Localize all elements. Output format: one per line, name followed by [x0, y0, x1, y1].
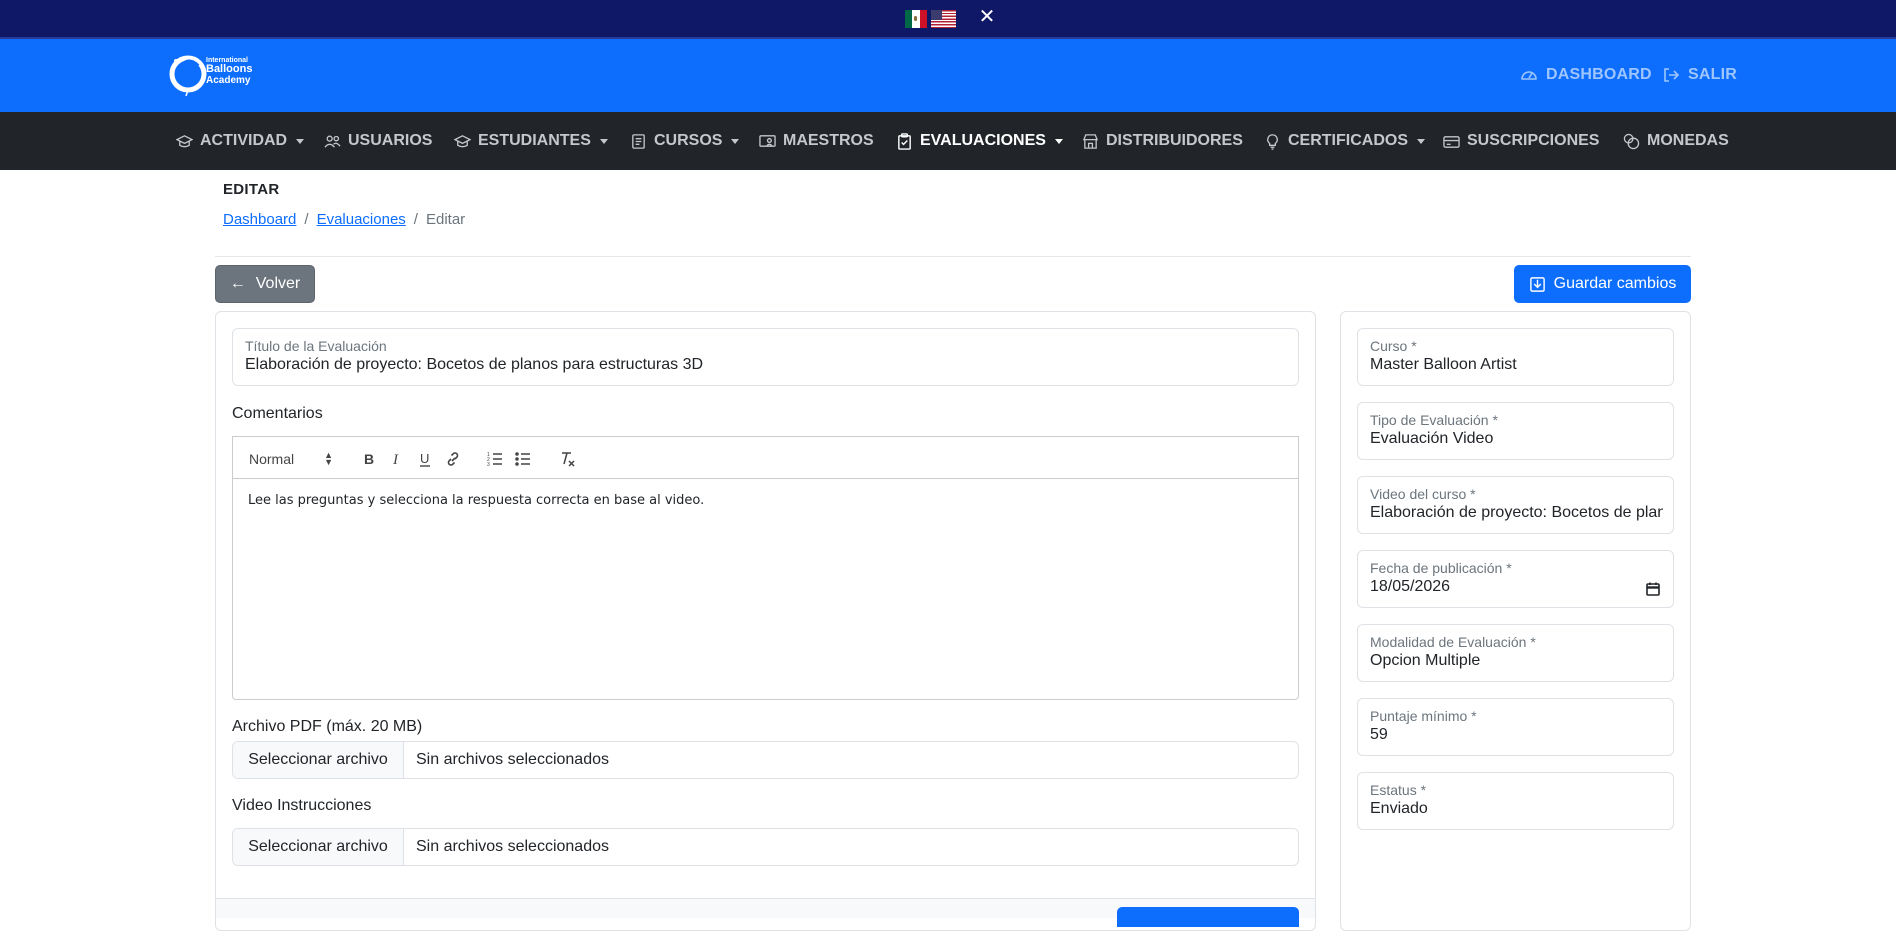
nav-item-distribuidores[interactable]: DISTRIBUIDORES	[1082, 112, 1243, 170]
puntaje-minimo-input[interactable]: Puntaje mínimo * 59	[1357, 698, 1674, 756]
logout-link[interactable]: SALIR	[1662, 62, 1737, 88]
breadcrumb: Dashboard / Evaluaciones / Editar	[223, 211, 466, 228]
editor-toolbar: Normal ▲ ▼ B I U 123	[232, 436, 1299, 479]
format-select[interactable]: Normal ▲ ▼	[249, 437, 333, 480]
link-button[interactable]	[444, 437, 462, 480]
underline-icon: U	[420, 451, 430, 467]
breadcrumb-dashboard-link[interactable]: Dashboard	[223, 211, 296, 228]
download-icon	[1529, 276, 1545, 292]
tipo-evaluacion-select[interactable]: Tipo de Evaluación * Evaluación Video	[1357, 402, 1674, 460]
logo-text: International Balloons Academy	[206, 57, 253, 86]
bullet-list-icon	[515, 451, 530, 466]
italic-button[interactable]: I	[388, 437, 406, 480]
ordered-list-icon: 123	[487, 452, 502, 468]
estatus-select[interactable]: Estatus * Enviado	[1357, 772, 1674, 830]
shop-icon	[1082, 133, 1099, 149]
nav-item-usuarios[interactable]: USUARIOS	[324, 112, 432, 170]
journal-icon	[632, 133, 645, 149]
pdf-file-status: Sin archivos seleccionados	[416, 751, 609, 768]
archivo-pdf-input[interactable]: Seleccionar archivo Sin archivos selecci…	[232, 741, 1299, 779]
nav-item-actividad[interactable]: ACTIVIDAD	[176, 112, 305, 170]
page-title: EDITAR	[223, 181, 280, 198]
video-instrucciones-label: Video Instrucciones	[232, 797, 372, 814]
underline-button[interactable]: U	[416, 437, 434, 480]
nav-item-estudiantes[interactable]: ESTUDIANTES	[454, 112, 608, 170]
logout-icon	[1664, 68, 1680, 82]
breadcrumb-evaluaciones-link[interactable]: Evaluaciones	[317, 211, 406, 228]
graduation-cap-icon	[454, 134, 471, 147]
nav-item-cursos[interactable]: CURSOS	[630, 112, 740, 170]
nav-item-certificados[interactable]: CERTIFICADOS	[1264, 112, 1425, 170]
comentarios-editor[interactable]: Lee las preguntas y selecciona la respue…	[232, 478, 1299, 700]
curso-select[interactable]: Curso * Master Balloon Artist	[1357, 328, 1674, 386]
lightbulb-icon	[1267, 133, 1278, 150]
dashboard-link[interactable]: DASHBOARD	[1520, 62, 1652, 88]
video-curso-select[interactable]: Video del curso * Elaboración de proyect…	[1357, 476, 1674, 534]
ordered-list-button[interactable]: 123	[486, 437, 504, 480]
link-icon	[447, 451, 459, 466]
clear-format-button[interactable]	[558, 437, 576, 480]
arrow-left-icon: ←	[229, 275, 246, 292]
language-bar: ✕	[0, 0, 1896, 39]
archivo-pdf-label: Archivo PDF (máx. 20 MB)	[232, 718, 423, 735]
italic-icon: I	[392, 452, 399, 468]
select-pdf-button[interactable]: Seleccionar archivo	[233, 742, 404, 778]
breadcrumb-current: Editar	[425, 211, 466, 228]
bold-icon: B	[364, 451, 374, 467]
usa-flag-icon[interactable]	[931, 10, 956, 28]
nav-item-monedas[interactable]: MONEDAS	[1623, 112, 1729, 170]
video-file-status: Sin archivos seleccionados	[416, 838, 609, 855]
back-button[interactable]: ← Volver	[215, 265, 315, 303]
svg-text:3: 3	[487, 462, 490, 468]
nav-item-suscripciones[interactable]: SUSCRIPCIONES	[1443, 112, 1599, 170]
select-video-button[interactable]: Seleccionar archivo	[233, 829, 404, 865]
nav-item-evaluaciones[interactable]: EVALUACIONES	[896, 112, 1063, 170]
person-video-icon	[759, 134, 776, 147]
titulo-field[interactable]: Título de la Evaluación Elaboración de p…	[232, 328, 1299, 386]
svg-text:I: I	[392, 452, 399, 468]
svg-text:U: U	[420, 451, 429, 466]
svg-text:B: B	[364, 451, 374, 467]
bold-button[interactable]: B	[360, 437, 378, 480]
fecha-publicacion-input[interactable]: Fecha de publicación * 18/05/2026	[1357, 550, 1674, 608]
people-icon	[324, 135, 341, 148]
credit-card-icon	[1443, 135, 1460, 148]
divider	[215, 256, 1691, 257]
bullet-list-button[interactable]	[514, 437, 532, 480]
clipboard-check-icon	[898, 132, 911, 150]
modalidad-select[interactable]: Modalidad de Evaluación * Opcion Multipl…	[1357, 624, 1674, 682]
graduation-cap-icon	[176, 134, 193, 147]
comentarios-label: Comentarios	[232, 405, 323, 422]
mexico-flag-icon[interactable]	[905, 10, 927, 28]
calendar-icon[interactable]	[1645, 581, 1661, 597]
main-nav: ACTIVIDAD USUARIOS ESTUDIANTES CURSOS MA…	[0, 112, 1896, 170]
updown-icon: ▲ ▼	[324, 449, 334, 467]
close-icon[interactable]: ✕	[978, 4, 996, 30]
clear-format-icon	[562, 451, 575, 467]
save-button[interactable]: Guardar cambios	[1514, 265, 1691, 303]
footer-button[interactable]	[1117, 907, 1299, 927]
speedometer-icon	[1521, 71, 1537, 80]
video-instrucciones-input[interactable]: Seleccionar archivo Sin archivos selecci…	[232, 828, 1299, 866]
nav-item-maestros[interactable]: MAESTROS	[759, 112, 874, 170]
coins-icon	[1623, 133, 1640, 149]
